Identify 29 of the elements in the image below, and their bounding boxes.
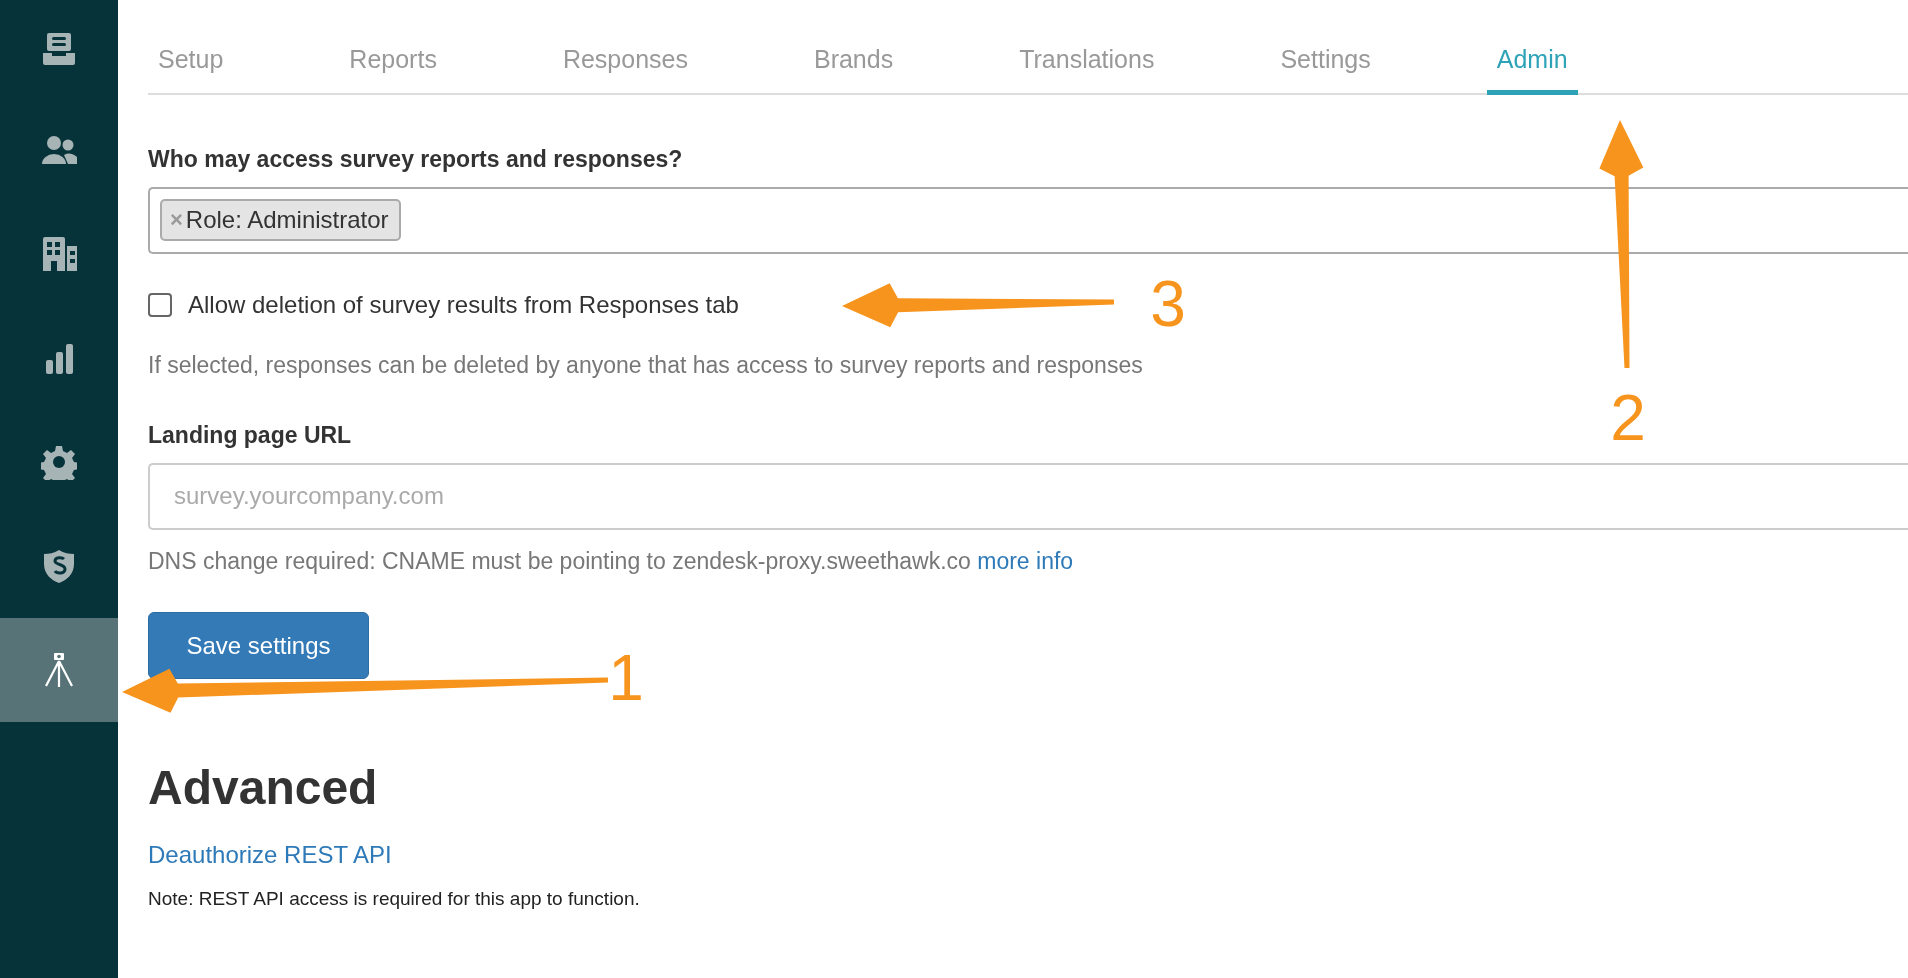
tab[interactable]: Translations	[1009, 44, 1165, 95]
save-button[interactable]: Save settings	[148, 612, 369, 679]
tab[interactable]: Reports	[339, 44, 447, 95]
tag-label: Role: Administrator	[185, 205, 389, 235]
field-label: Who may access survey reports and responses?	[148, 145, 684, 174]
help-text: DNS change required: CNAME must be pointing to zendesk-proxy.sweethawk.co more info	[148, 546, 1075, 576]
more-info-link[interactable]: more info	[977, 547, 1074, 574]
tab[interactable]: Brands	[803, 44, 904, 95]
field-label: Landing page URL	[148, 421, 353, 450]
checkbox-label: Allow deletion of survey results from Responses tab	[188, 289, 739, 320]
help-text: If selected, responses can be deleted by anyone that has access to survey reports and responses	[148, 350, 1144, 380]
tab[interactable]: Responses	[552, 44, 698, 95]
tag-input-field[interactable]: ×Role: Administrator	[148, 186, 1908, 254]
section-heading: Advanced	[148, 760, 379, 816]
building-icon	[41, 236, 77, 272]
tab[interactable]: Admin	[1486, 44, 1578, 95]
annotation-number: 2	[1610, 382, 1646, 454]
annotation-number: 3	[1150, 268, 1186, 340]
annotation-number: 1	[608, 642, 644, 714]
settings-icon	[41, 444, 77, 480]
inbox-icon	[41, 31, 77, 67]
url-input-field[interactable]: survey.yourcompany.com	[148, 462, 1908, 530]
deauthorize-link[interactable]: Deauthorize REST API	[148, 836, 392, 873]
shield-icon	[41, 548, 77, 584]
checkbox[interactable]	[148, 292, 172, 317]
note-text: Note: REST API access is required for this app to function.	[148, 886, 641, 911]
tab[interactable]: Settings	[1270, 44, 1381, 95]
tab[interactable]: Setup	[148, 44, 234, 95]
remove-tag-button[interactable]: ×	[170, 209, 183, 231]
